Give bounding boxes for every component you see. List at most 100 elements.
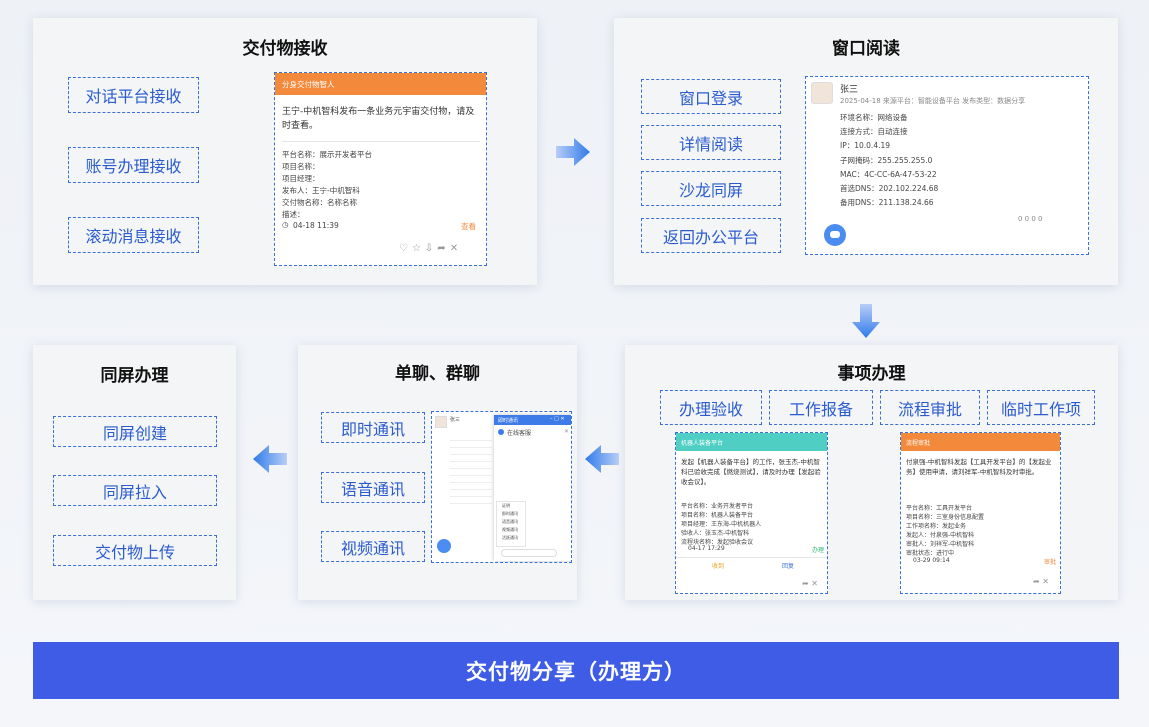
tag-scroll-receive[interactable]: 滚动消息接收: [68, 217, 199, 253]
field: 描述：: [282, 210, 305, 219]
action-icons: ➦ ✕: [802, 579, 818, 588]
arrow-right-icon: [556, 138, 590, 166]
footer-banner: 交付物分享（办理方）: [33, 642, 1119, 699]
panel-window-read: 窗口阅读 窗口登录 详情阅读 沙龙同屏 返回办公平台 张三 2025-04-18…: [614, 18, 1118, 285]
avatar: [435, 416, 447, 428]
panel-same-screen: 同屏办理 同屏创建 同屏拉入 交付物上传: [33, 345, 236, 600]
service-title: 在线客服: [507, 430, 532, 437]
detail-card: 张三 2025-04-18 来源平台：智能设备平台 发布类型：数据分享 环境名称…: [805, 76, 1089, 255]
tag-temp-work[interactable]: 临时工作项: [987, 390, 1095, 425]
arrow-down-icon: [852, 304, 880, 338]
panel-title: 交付物接收: [242, 39, 328, 59]
tag-screen-create[interactable]: 同屏创建: [53, 416, 217, 447]
field: IP：10.0.4.19: [840, 141, 891, 150]
panel-matters: 事项办理 办理验收 工作报备 流程审批 临时工作项 机器人装备平台 发起【机器人…: [625, 345, 1118, 600]
panel-chat: 单聊、群聊 即时通讯 语音通讯 视频通讯 张三 即时通讯 – □ ✕ 在线客服 …: [298, 345, 577, 600]
tag-instant-msg[interactable]: 即时通讯: [321, 412, 425, 443]
tag-acceptance[interactable]: 办理验收: [660, 390, 762, 425]
card-message: 王宁-中机智科发布一条业务元宇宙交付物，请及时查看。: [282, 107, 475, 131]
tag-salon-screen[interactable]: 沙龙同屏: [641, 171, 781, 206]
field: 首选DNS：202.102.224.68: [840, 184, 939, 193]
clock-icon: ◷: [282, 220, 289, 229]
menu-item[interactable]: 视频通讯: [502, 527, 518, 533]
tag-dialog-receive[interactable]: 对话平台接收: [68, 77, 199, 113]
field: 审批状态：进行中: [906, 550, 955, 557]
status-label: 办理: [812, 547, 825, 554]
field: 项目名称：: [282, 162, 320, 171]
acceptance-card: 机器人装备平台 发起【机器人装备平台】的工作，张玉杰-中机智科已验收完成【燃烧测…: [675, 432, 828, 594]
card-time: 04-18 11:39: [293, 221, 339, 230]
chat-mock: 张三 即时通讯 – □ ✕ 在线客服 ✕ 证明 即时通讯 语音通讯 视频通讯 活…: [431, 411, 572, 563]
approval-card: 流程审批 付泉强-中机智科发起【工具开发平台】的【发起业务】使用申请，请刘祥军-…: [900, 432, 1061, 594]
chat-input[interactable]: [501, 549, 557, 557]
close-icon[interactable]: ✕: [564, 428, 569, 435]
headset-icon: [498, 429, 504, 435]
menu-item[interactable]: 活跃通讯: [502, 535, 518, 541]
field: 平台名称：工具开发平台: [906, 505, 973, 512]
tag-back-office[interactable]: 返回办公平台: [641, 218, 781, 253]
tag-account-receive[interactable]: 账号办理接收: [68, 147, 199, 183]
arrow-left-icon: [253, 445, 287, 473]
panel-title: 单聊、群聊: [395, 364, 480, 384]
card-time: 03-29 09:14: [913, 557, 950, 564]
user-name: 张三: [840, 85, 859, 95]
card-meta: 2025-04-18 来源平台：智能设备平台 发布类型：数据分享: [840, 97, 1026, 105]
card-message: 付泉强-中机智科发起【工具开发平台】的【发起业务】使用申请，请刘祥军-中机智科及…: [906, 458, 1052, 476]
tag-screen-pull[interactable]: 同屏拉入: [53, 475, 217, 506]
card-header-title: 分身交付物智人: [282, 80, 335, 89]
field: 连接方式：自动连接: [840, 127, 908, 136]
user-name: 张三: [450, 417, 461, 423]
chat-window: 即时通讯 – □ ✕ 在线客服 ✕ 证明 即时通讯 语音通讯 视频通讯 活跃通讯: [494, 415, 571, 561]
panel-title: 窗口阅读: [832, 39, 900, 59]
field: 审批人：刘祥军-中机智科: [906, 541, 975, 548]
panel-title: 同屏办理: [100, 366, 169, 386]
field: 工作项名称：发起业务: [906, 523, 967, 530]
divider: [676, 557, 827, 558]
tag-deliverable-upload[interactable]: 交付物上传: [53, 535, 217, 566]
field: 发起人：付泉强-中机智科: [906, 532, 975, 539]
card-time: 04-17 17:29: [688, 545, 725, 552]
tag-video-call[interactable]: 视频通讯: [321, 531, 425, 562]
field: 环境名称：网络设备: [840, 113, 908, 122]
field: 子网掩码：255.255.255.0: [840, 156, 933, 165]
field: 项目名称：机器人装备平台: [681, 512, 754, 519]
field: 平台名称：业务开发者平台: [681, 503, 754, 510]
field: 发布人：王宁-中机智科: [282, 186, 360, 195]
view-link[interactable]: 查看: [461, 221, 476, 232]
menu-item[interactable]: 即时通讯: [502, 511, 518, 517]
card-header-title: 机器人装备平台: [681, 440, 724, 447]
robot-icon: [437, 539, 451, 553]
field: MAC：4C-CC-6A-47-53-22: [840, 170, 937, 179]
panel-title: 事项办理: [837, 364, 906, 384]
field: 备用DNS：211.138.24.66: [840, 198, 934, 207]
panel-receive: 交付物接收 对话平台接收 账号办理接收 滚动消息接收 分身交付物智人 王宁-中机…: [33, 18, 537, 285]
card-header-title: 流程审批: [906, 440, 931, 447]
avatar: [811, 82, 833, 104]
tag-voice-call[interactable]: 语音通讯: [321, 472, 425, 503]
chat-window-title: 即时通讯: [498, 418, 519, 424]
window-controls-icon[interactable]: – □ ✕: [550, 416, 565, 422]
robot-icon: [824, 224, 846, 246]
tag-detail-read[interactable]: 详情阅读: [641, 125, 781, 160]
tag-window-login[interactable]: 窗口登录: [641, 79, 781, 114]
field: 交付物名称：名称名称: [282, 198, 357, 207]
field: 项目经理：王东海-中机机器人: [681, 521, 762, 528]
field: 项目名称：三室身份信息配置: [906, 514, 985, 521]
tag-work-report[interactable]: 工作报备: [769, 390, 873, 425]
stats-row: 0 0 0 0: [1018, 215, 1043, 223]
reply-button[interactable]: 回复: [782, 561, 794, 570]
card-message: 发起【机器人装备平台】的工作，张玉杰-中机智科已验收完成【燃烧测试】，请及时办理…: [681, 458, 821, 486]
bg-lines: [450, 434, 492, 504]
status-label: 审批: [1044, 559, 1057, 566]
receive-button[interactable]: 收到: [712, 561, 724, 570]
menu-item[interactable]: 证明: [502, 503, 510, 509]
tag-process-approval[interactable]: 流程审批: [880, 390, 980, 425]
arrow-left-icon: [585, 445, 619, 473]
action-icons: ♡☆⇩➦✕: [399, 243, 463, 254]
divider: [282, 141, 480, 142]
menu-item[interactable]: 语音通讯: [502, 519, 518, 525]
field: 项目经理：: [282, 174, 320, 183]
action-icons: ➦ ✕: [1033, 577, 1049, 586]
field: 平台名称：展示开发者平台: [282, 150, 372, 159]
field: 验收人：张玉杰-中机智科: [681, 530, 750, 537]
